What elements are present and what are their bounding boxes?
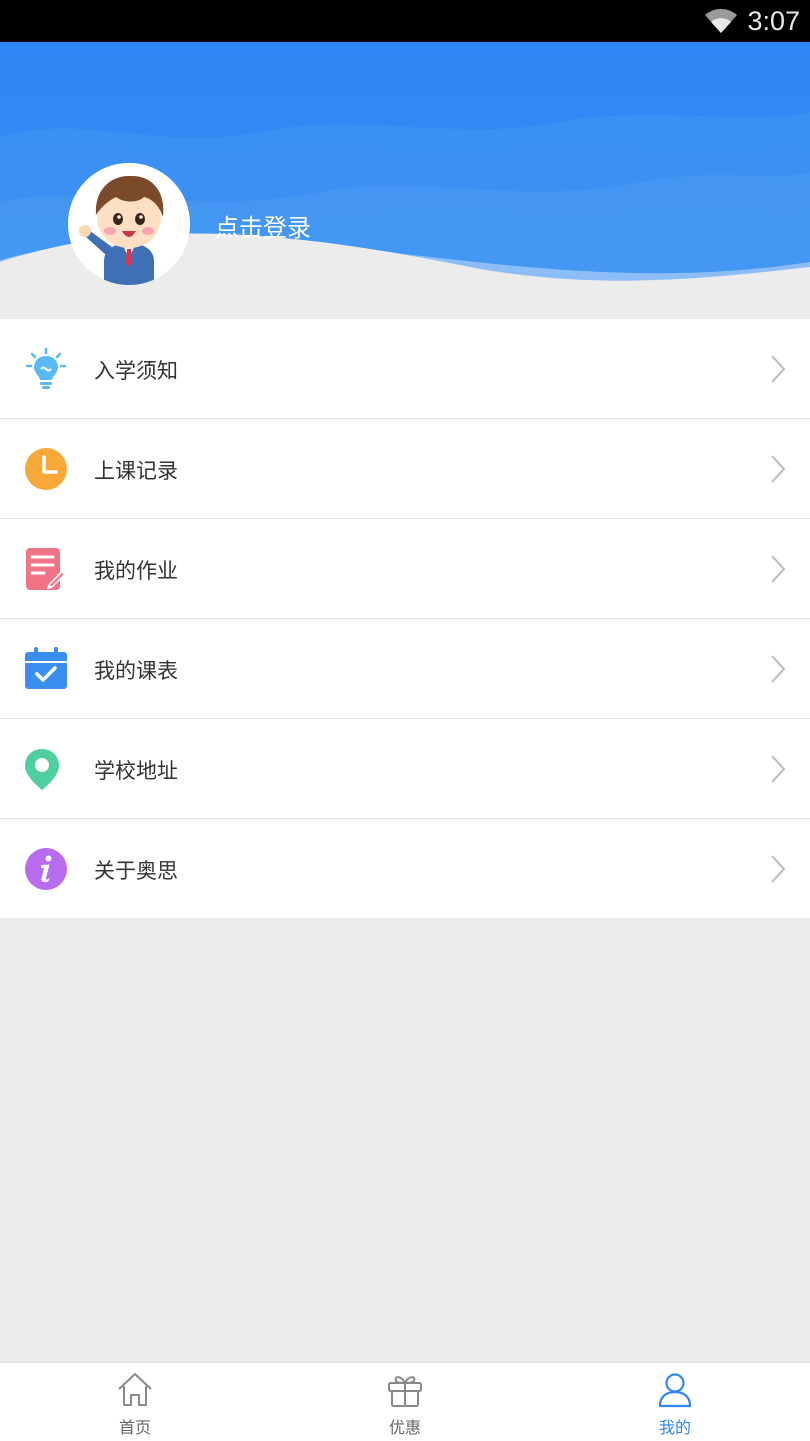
bottom-tab-bar: 首页 优惠 我的 (0, 1362, 810, 1441)
homework-icon (26, 548, 66, 590)
tab-home[interactable]: 首页 (0, 1363, 270, 1441)
menu-item-class-records[interactable]: 上课记录 (0, 419, 810, 519)
user-icon (658, 1373, 692, 1408)
tab-offers[interactable]: 优惠 (270, 1363, 540, 1441)
tab-label: 我的 (658, 1418, 691, 1437)
wifi-icon (705, 8, 737, 33)
menu-item-label: 入学须知 (94, 359, 178, 383)
boy-avatar-icon (68, 163, 190, 285)
menu-item-school-address[interactable]: 学校地址 (0, 719, 810, 819)
menu-item-label: 关于奥思 (94, 859, 178, 883)
clock-icon (25, 448, 67, 490)
menu-item-label: 我的课表 (94, 659, 178, 683)
menu-list: 入学须知 上课记录 我的作业 我的课表 学校地址 关于奥思 (0, 319, 810, 918)
chevron-right-icon (771, 755, 786, 783)
tab-mine[interactable]: 我的 (540, 1363, 810, 1441)
lightbulb-icon (25, 347, 67, 389)
status-bar: 3:07 (0, 0, 810, 42)
chevron-right-icon (771, 655, 786, 683)
tab-label: 首页 (118, 1418, 151, 1437)
avatar[interactable] (68, 163, 190, 285)
menu-item-about[interactable]: 关于奥思 (0, 819, 810, 918)
chevron-right-icon (771, 355, 786, 383)
profile-header: 点击登录 (0, 42, 810, 319)
info-icon (25, 848, 67, 890)
location-pin-icon (25, 749, 59, 790)
login-link[interactable]: 点击登录 (215, 208, 311, 243)
menu-item-my-schedule[interactable]: 我的课表 (0, 619, 810, 719)
calendar-icon (25, 647, 67, 689)
tab-label: 优惠 (388, 1418, 421, 1437)
menu-item-label: 学校地址 (94, 759, 178, 783)
chevron-right-icon (771, 855, 786, 883)
menu-item-label: 我的作业 (94, 559, 178, 583)
status-time: 3:07 (747, 6, 800, 36)
home-icon (118, 1373, 152, 1406)
menu-item-admission-notice[interactable]: 入学须知 (0, 319, 810, 419)
menu-item-label: 上课记录 (94, 459, 178, 483)
gift-icon (388, 1376, 422, 1407)
chevron-right-icon (771, 555, 786, 583)
chevron-right-icon (771, 455, 786, 483)
menu-item-my-homework[interactable]: 我的作业 (0, 519, 810, 619)
